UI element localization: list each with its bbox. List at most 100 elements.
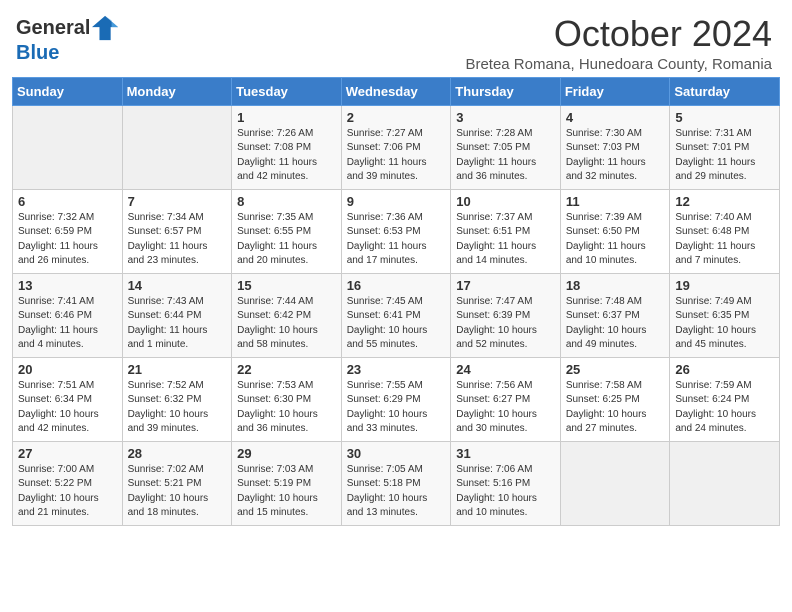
- day-number: 16: [347, 278, 446, 293]
- logo-general-text: General: [16, 17, 90, 40]
- day-info: Sunrise: 7:48 AM Sunset: 6:37 PM Dayligh…: [566, 295, 665, 353]
- header-day-friday: Friday: [560, 77, 670, 105]
- day-number: 14: [128, 278, 227, 293]
- day-info: Sunrise: 7:31 AM Sunset: 7:01 PM Dayligh…: [675, 127, 774, 185]
- day-info: Sunrise: 7:43 AM Sunset: 6:44 PM Dayligh…: [128, 295, 227, 353]
- day-info: Sunrise: 7:35 AM Sunset: 6:55 PM Dayligh…: [237, 211, 336, 269]
- day-number: 3: [456, 110, 555, 125]
- day-cell: 14 Sunrise: 7:43 AM Sunset: 6:44 PM Dayli…: [122, 273, 232, 357]
- day-cell: 9 Sunrise: 7:36 AM Sunset: 6:53 PM Daylig…: [341, 189, 451, 273]
- day-number: 15: [237, 278, 336, 293]
- day-number: 21: [128, 362, 227, 377]
- day-info: Sunrise: 7:06 AM Sunset: 5:16 PM Dayligh…: [456, 463, 555, 521]
- day-cell: 19Sunrise: 7:49 AM Sunset: 6:35 PM Dayli…: [670, 273, 780, 357]
- day-cell: 12 Sunrise: 7:40 AM Sunset: 6:48 PM Dayli…: [670, 189, 780, 273]
- day-cell: [122, 105, 232, 189]
- title-area: October 2024 Bretea Romana, Hunedoara Co…: [465, 14, 772, 73]
- day-cell: 11Sunrise: 7:39 AM Sunset: 6:50 PM Dayli…: [560, 189, 670, 273]
- day-number: 28: [128, 446, 227, 461]
- day-cell: 27Sunrise: 7:00 AM Sunset: 5:22 PM Dayli…: [13, 441, 123, 525]
- day-cell: 1Sunrise: 7:26 AM Sunset: 7:08 PM Daylig…: [232, 105, 342, 189]
- header-day-thursday: Thursday: [451, 77, 561, 105]
- day-cell: 16 Sunrise: 7:45 AM Sunset: 6:41 PM Dayli…: [341, 273, 451, 357]
- day-number: 13: [18, 278, 117, 293]
- week-row-5: 27Sunrise: 7:00 AM Sunset: 5:22 PM Dayli…: [13, 441, 780, 525]
- day-cell: 4 Sunrise: 7:30 AM Sunset: 7:03 PM Daylig…: [560, 105, 670, 189]
- day-info: Sunrise: 7:32 AM Sunset: 6:59 PM Dayligh…: [18, 211, 117, 269]
- logo-area: General Blue: [16, 14, 120, 65]
- header-row: SundayMondayTuesdayWednesdayThursdayFrid…: [13, 77, 780, 105]
- day-cell: 30 Sunrise: 7:05 AM Sunset: 5:18 PM Dayli…: [341, 441, 451, 525]
- day-info: Sunrise: 7:47 AM Sunset: 6:39 PM Dayligh…: [456, 295, 555, 353]
- day-info: Sunrise: 7:44 AM Sunset: 6:42 PM Dayligh…: [237, 295, 336, 353]
- day-cell: 23Sunrise: 7:55 AM Sunset: 6:29 PM Dayli…: [341, 357, 451, 441]
- day-cell: 17 Sunrise: 7:47 AM Sunset: 6:39 PM Dayli…: [451, 273, 561, 357]
- day-info: Sunrise: 7:27 AM Sunset: 7:06 PM Dayligh…: [347, 127, 446, 185]
- day-cell: 24 Sunrise: 7:56 AM Sunset: 6:27 PM Dayli…: [451, 357, 561, 441]
- day-number: 17: [456, 278, 555, 293]
- day-info: Sunrise: 7:45 AM Sunset: 6:41 PM Dayligh…: [347, 295, 446, 353]
- day-number: 11: [566, 194, 665, 209]
- day-info: Sunrise: 7:02 AM Sunset: 5:21 PM Dayligh…: [128, 463, 227, 521]
- calendar-header: SundayMondayTuesdayWednesdayThursdayFrid…: [13, 77, 780, 105]
- day-number: 31: [456, 446, 555, 461]
- day-cell: [13, 105, 123, 189]
- day-number: 6: [18, 194, 117, 209]
- day-number: 9: [347, 194, 446, 209]
- day-cell: 25Sunrise: 7:58 AM Sunset: 6:25 PM Dayli…: [560, 357, 670, 441]
- page-header: General Blue October 2024 Bretea Romana,…: [0, 0, 792, 77]
- day-number: 4: [566, 110, 665, 125]
- header-day-sunday: Sunday: [13, 77, 123, 105]
- day-info: Sunrise: 7:41 AM Sunset: 6:46 PM Dayligh…: [18, 295, 117, 353]
- day-info: Sunrise: 7:40 AM Sunset: 6:48 PM Dayligh…: [675, 211, 774, 269]
- location-subtitle: Bretea Romana, Hunedoara County, Romania: [465, 56, 772, 73]
- day-number: 10: [456, 194, 555, 209]
- day-cell: 31 Sunrise: 7:06 AM Sunset: 5:16 PM Dayli…: [451, 441, 561, 525]
- day-info: Sunrise: 7:58 AM Sunset: 6:25 PM Dayligh…: [566, 379, 665, 437]
- day-number: 22: [237, 362, 336, 377]
- day-cell: 20Sunrise: 7:51 AM Sunset: 6:34 PM Dayli…: [13, 357, 123, 441]
- day-number: 8: [237, 194, 336, 209]
- calendar-table: SundayMondayTuesdayWednesdayThursdayFrid…: [12, 77, 780, 526]
- day-info: Sunrise: 7:59 AM Sunset: 6:24 PM Dayligh…: [675, 379, 774, 437]
- day-info: Sunrise: 7:30 AM Sunset: 7:03 PM Dayligh…: [566, 127, 665, 185]
- day-info: Sunrise: 7:36 AM Sunset: 6:53 PM Dayligh…: [347, 211, 446, 269]
- day-cell: [670, 441, 780, 525]
- week-row-2: 6 Sunrise: 7:32 AM Sunset: 6:59 PM Daylig…: [13, 189, 780, 273]
- day-number: 1: [237, 110, 336, 125]
- day-cell: 28 Sunrise: 7:02 AM Sunset: 5:21 PM Dayli…: [122, 441, 232, 525]
- day-number: 26: [675, 362, 774, 377]
- day-number: 5: [675, 110, 774, 125]
- day-number: 18: [566, 278, 665, 293]
- logo-icon: [92, 14, 120, 42]
- day-cell: 3 Sunrise: 7:28 AM Sunset: 7:05 PM Daylig…: [451, 105, 561, 189]
- day-info: Sunrise: 7:03 AM Sunset: 5:19 PM Dayligh…: [237, 463, 336, 521]
- header-day-tuesday: Tuesday: [232, 77, 342, 105]
- day-info: Sunrise: 7:51 AM Sunset: 6:34 PM Dayligh…: [18, 379, 117, 437]
- day-info: Sunrise: 7:34 AM Sunset: 6:57 PM Dayligh…: [128, 211, 227, 269]
- calendar-body: 1Sunrise: 7:26 AM Sunset: 7:08 PM Daylig…: [13, 105, 780, 525]
- day-number: 23: [347, 362, 446, 377]
- day-cell: 5 Sunrise: 7:31 AM Sunset: 7:01 PM Daylig…: [670, 105, 780, 189]
- day-number: 29: [237, 446, 336, 461]
- day-number: 19: [675, 278, 774, 293]
- day-number: 12: [675, 194, 774, 209]
- day-number: 30: [347, 446, 446, 461]
- day-info: Sunrise: 7:28 AM Sunset: 7:05 PM Dayligh…: [456, 127, 555, 185]
- day-number: 24: [456, 362, 555, 377]
- day-cell: 22Sunrise: 7:53 AM Sunset: 6:30 PM Dayli…: [232, 357, 342, 441]
- day-info: Sunrise: 7:56 AM Sunset: 6:27 PM Dayligh…: [456, 379, 555, 437]
- day-cell: 15 Sunrise: 7:44 AM Sunset: 6:42 PM Dayli…: [232, 273, 342, 357]
- day-cell: 29 Sunrise: 7:03 AM Sunset: 5:19 PM Dayli…: [232, 441, 342, 525]
- week-row-1: 1Sunrise: 7:26 AM Sunset: 7:08 PM Daylig…: [13, 105, 780, 189]
- day-cell: 8 Sunrise: 7:35 AM Sunset: 6:55 PM Daylig…: [232, 189, 342, 273]
- day-cell: [560, 441, 670, 525]
- day-number: 7: [128, 194, 227, 209]
- calendar-container: SundayMondayTuesdayWednesdayThursdayFrid…: [0, 77, 792, 536]
- day-info: Sunrise: 7:00 AM Sunset: 5:22 PM Dayligh…: [18, 463, 117, 521]
- day-cell: 6 Sunrise: 7:32 AM Sunset: 6:59 PM Daylig…: [13, 189, 123, 273]
- day-cell: 26 Sunrise: 7:59 AM Sunset: 6:24 PM Dayli…: [670, 357, 780, 441]
- header-day-wednesday: Wednesday: [341, 77, 451, 105]
- day-number: 2: [347, 110, 446, 125]
- day-info: Sunrise: 7:05 AM Sunset: 5:18 PM Dayligh…: [347, 463, 446, 521]
